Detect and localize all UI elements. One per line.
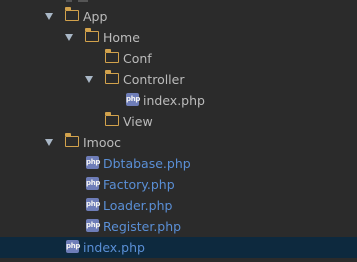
expand-arrow-icon[interactable] bbox=[45, 13, 53, 20]
tree-item-label: View bbox=[123, 114, 153, 129]
php-class-icon: php bbox=[86, 156, 100, 169]
folder-icon bbox=[104, 70, 119, 84]
tree-item-root-index[interactable]: php index.php bbox=[0, 237, 357, 258]
php-file-icon: php bbox=[126, 93, 140, 106]
folder-icon bbox=[104, 49, 119, 63]
expand-arrow-icon[interactable] bbox=[85, 76, 93, 83]
tree-item-app[interactable]: App bbox=[0, 6, 357, 27]
tree-item-label: Conf bbox=[123, 51, 152, 66]
tree-item-label: Home bbox=[103, 30, 140, 45]
tree-item-controller-index[interactable]: php index.php bbox=[0, 90, 357, 111]
tree-item-controller[interactable]: Controller bbox=[0, 69, 357, 90]
tree-item-label: App bbox=[83, 9, 108, 24]
tree-item-conf[interactable]: Conf bbox=[0, 48, 357, 69]
tree-item-label: Imooc bbox=[83, 135, 122, 150]
expand-arrow-icon[interactable] bbox=[65, 34, 73, 41]
tree-item-label: Controller bbox=[123, 72, 185, 87]
tree-item-dbtabase[interactable]: php Dbtabase.php bbox=[0, 153, 357, 174]
tree-item-view[interactable]: View bbox=[0, 111, 357, 132]
tree-item-home[interactable]: Home bbox=[0, 27, 357, 48]
php-file-icon: php bbox=[66, 240, 80, 253]
tree-item-label: index.php bbox=[83, 240, 145, 255]
folder-icon bbox=[64, 133, 79, 147]
tree-item-factory[interactable]: php Factory.php bbox=[0, 174, 357, 195]
tree-item-loader[interactable]: php Loader.php bbox=[0, 195, 357, 216]
tree-item-imooc[interactable]: Imooc bbox=[0, 132, 357, 153]
tree-item-register[interactable]: php Register.php bbox=[0, 216, 357, 237]
tree-item-label: index.php bbox=[143, 93, 205, 108]
tree-item-label: Dbtabase.php bbox=[103, 156, 191, 171]
project-tree: App Home Conf Controller php index.php V… bbox=[0, 0, 357, 262]
folder-icon bbox=[104, 112, 119, 126]
tree-item-label: Loader.php bbox=[103, 198, 173, 213]
folder-icon bbox=[64, 7, 79, 21]
folder-icon bbox=[84, 28, 99, 42]
php-class-icon: php bbox=[86, 177, 100, 190]
tree-item-label: Factory.php bbox=[103, 177, 175, 192]
clipped-row-above bbox=[0, 0, 357, 3]
php-class-icon: php bbox=[86, 219, 100, 232]
tree-item-label: Register.php bbox=[103, 219, 182, 234]
expand-arrow-icon[interactable] bbox=[45, 139, 53, 146]
php-class-icon: php bbox=[86, 198, 100, 211]
